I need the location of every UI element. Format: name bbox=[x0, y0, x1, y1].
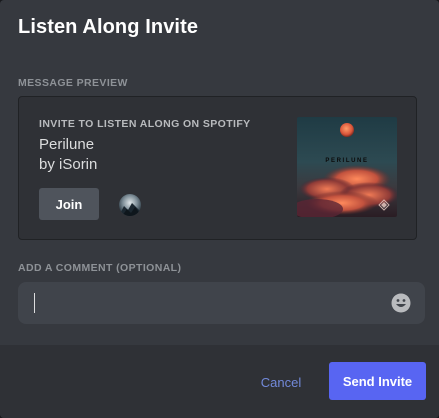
album-title-text: PERILUNE bbox=[325, 158, 369, 164]
avatar-image bbox=[119, 194, 141, 216]
text-caret bbox=[34, 293, 35, 313]
album-cover-image bbox=[297, 117, 397, 217]
comment-label: ADD A COMMENT (OPTIONAL) bbox=[18, 262, 182, 274]
listen-along-invite-modal: Listen Along Invite MESSAGE PREVIEW INVI… bbox=[0, 0, 439, 418]
invite-preview-card: INVITE TO LISTEN ALONG ON SPOTIFY Perilu… bbox=[18, 96, 417, 240]
join-button[interactable]: Join bbox=[39, 188, 99, 220]
invite-eyebrow: INVITE TO LISTEN ALONG ON SPOTIFY bbox=[39, 118, 251, 130]
modal-footer: Cancel Send Invite bbox=[0, 345, 439, 418]
cancel-button[interactable]: Cancel bbox=[250, 363, 312, 401]
artist-line: by iSorin bbox=[39, 156, 98, 173]
send-invite-button[interactable]: Send Invite bbox=[329, 362, 426, 400]
avatar bbox=[119, 194, 141, 216]
smiley-face-icon[interactable] bbox=[391, 293, 411, 313]
modal-title: Listen Along Invite bbox=[18, 16, 199, 38]
track-title: Perilune bbox=[39, 136, 95, 153]
message-preview-label: MESSAGE PREVIEW bbox=[18, 77, 128, 89]
album-art: PERILUNE bbox=[297, 117, 397, 217]
comment-input[interactable] bbox=[18, 282, 425, 324]
